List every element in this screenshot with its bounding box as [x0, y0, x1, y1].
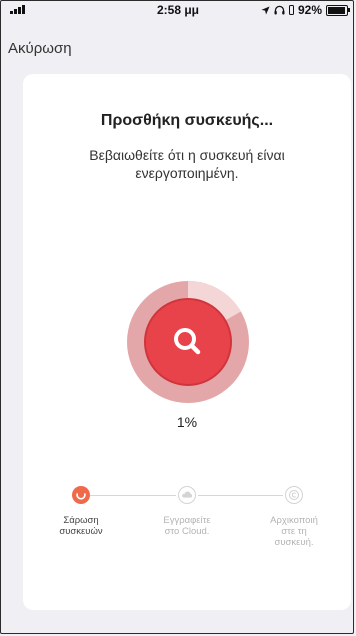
status-bar: 2:58 μμ 92% [0, 0, 356, 20]
orientation-lock-icon [288, 5, 294, 15]
step-cloud-label: Εγγραφείτε στο Cloud. [163, 515, 211, 537]
copyright-icon [289, 490, 299, 500]
add-device-card: Προσθήκη συσκευής... Βεβαιωθείτε ότι η σ… [23, 74, 351, 610]
location-arrow-icon [261, 5, 270, 15]
scan-progress-indicator [127, 281, 249, 403]
battery-icon [326, 4, 350, 16]
headphones-icon [274, 5, 285, 15]
instruction-text: Βεβαιωθείτε ότι η συσκευή είναι ενεργοπο… [89, 147, 285, 181]
step-cloud-icon [178, 486, 196, 504]
page-title: Προσθήκη συσκευής... [100, 112, 274, 129]
step-connector [198, 495, 283, 496]
battery-percent: 92% [297, 3, 322, 17]
status-right: 92% [261, 3, 350, 17]
step-connector [90, 495, 176, 496]
cloud-icon [182, 491, 193, 498]
cancel-button[interactable]: Ακύρωση [8, 40, 72, 57]
step-init-label: Αρχικοποιή στε τη συσκευή. [270, 515, 318, 548]
step-init-icon [285, 486, 303, 504]
spinner-icon [76, 493, 86, 500]
step-scan-icon [72, 486, 90, 504]
progress-percent: 1% [176, 414, 198, 430]
step-scan-label: Σάρωση συσκευών [59, 515, 103, 537]
